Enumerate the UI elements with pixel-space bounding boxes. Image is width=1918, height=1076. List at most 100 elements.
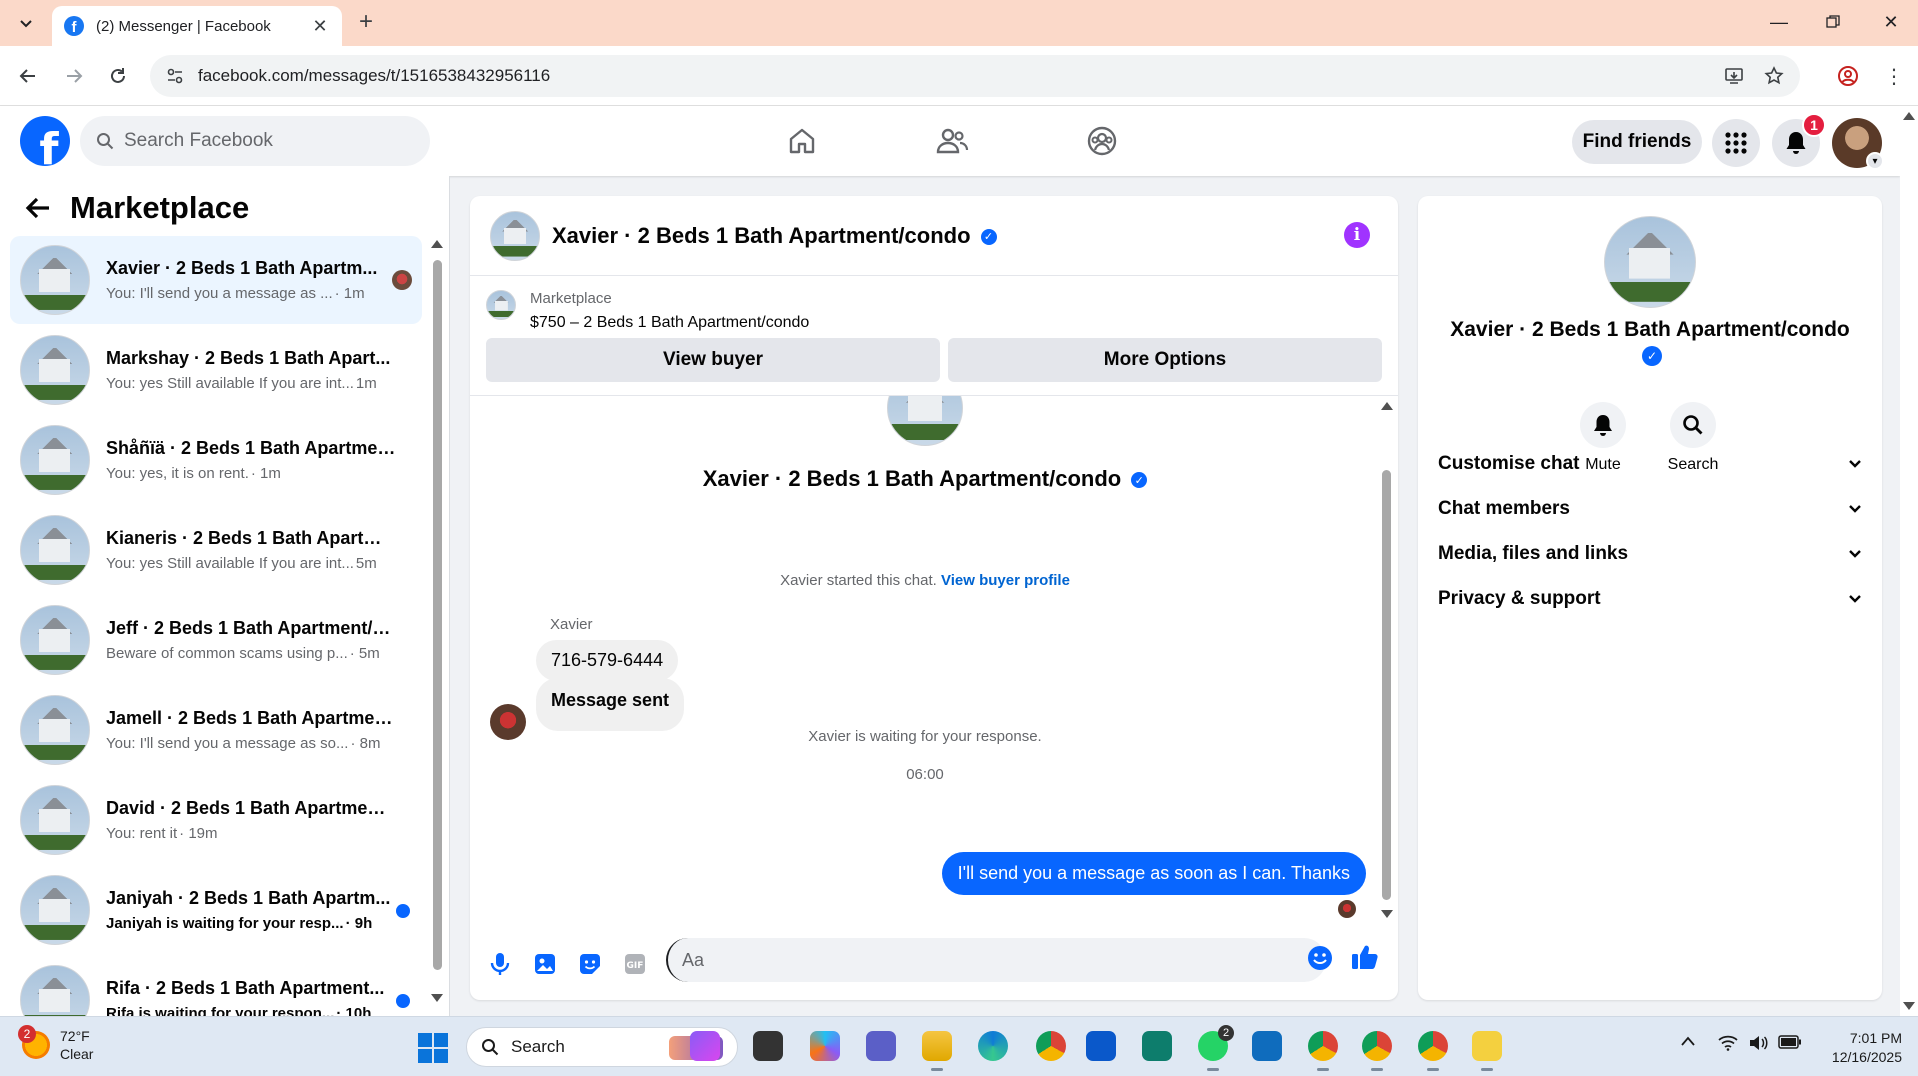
conversation-item[interactable]: Jamell · 2 Beds 1 Bath Apartmen... You: I… — [10, 686, 422, 774]
details-section-chat-members[interactable]: Chat members — [1438, 489, 1862, 529]
conversation-name: Kianeris · 2 Beds 1 Bath Apartme... — [106, 528, 396, 548]
emoji-icon[interactable] — [1306, 944, 1334, 972]
unread-dot — [396, 994, 410, 1008]
show-hidden-icons[interactable] — [1680, 1035, 1696, 1047]
facebook-logo[interactable]: f — [20, 116, 70, 166]
weather-widget[interactable]: 2 72°F Clear — [18, 1025, 93, 1063]
new-tab-button[interactable]: + — [352, 8, 380, 36]
back-to-chats-button[interactable] — [20, 190, 56, 226]
sticky-notes-icon[interactable] — [1472, 1031, 1502, 1071]
browser-menu-icon[interactable]: ⋮ — [1880, 62, 1908, 90]
edge-icon[interactable] — [978, 1031, 1008, 1061]
close-window-button[interactable]: ✕ — [1868, 6, 1914, 38]
details-section-customise-chat[interactable]: Customise chat — [1438, 444, 1862, 484]
conversation-name: Jeff · 2 Beds 1 Bath Apartment/c... — [106, 618, 396, 638]
home-nav-button[interactable] — [780, 119, 824, 163]
scroll-up-arrow-icon[interactable] — [431, 240, 443, 248]
bookmark-star-icon[interactable] — [1760, 62, 1788, 90]
details-section-media-files-and-links[interactable]: Media, files and links — [1438, 534, 1862, 574]
chat-scroll-thumb[interactable] — [1382, 470, 1391, 900]
message-bubble-phone[interactable]: 716-579-6444 — [536, 640, 679, 681]
chrome-profile-3-icon[interactable] — [1418, 1031, 1448, 1071]
install-app-icon[interactable] — [1720, 62, 1748, 90]
chrome-icon[interactable] — [1036, 1031, 1066, 1061]
conversation-snippet: Beware of common scams using p... — [106, 645, 348, 662]
conversation-time: · 8m — [350, 735, 381, 752]
more-options-button[interactable]: More Options — [948, 338, 1382, 382]
thumbs-up-icon[interactable] — [1350, 942, 1382, 974]
facebook-search-input[interactable]: Search Facebook — [80, 116, 430, 166]
conversation-sidebar: Marketplace Xavier · 2 Beds 1 Bath Apart… — [0, 176, 450, 1016]
sidebar-scroll-thumb[interactable] — [433, 260, 442, 970]
scroll-up-arrow-icon[interactable] — [1903, 112, 1915, 120]
account-avatar[interactable]: ▾ — [1832, 118, 1884, 170]
chat-header-name[interactable]: Xavier · 2 Beds 1 Bath Apartment/condo ✓ — [552, 223, 997, 249]
taskbar-clock[interactable]: 7:01 PM 12/16/2025 — [1818, 1029, 1902, 1067]
message-bubble-sent[interactable]: Message sent — [536, 678, 685, 731]
conversation-item[interactable]: Jeff · 2 Beds 1 Bath Apartment/c... Bewar… — [10, 596, 422, 684]
battery-status[interactable] — [1778, 1035, 1802, 1049]
chrome-profile-1-icon[interactable] — [1308, 1031, 1338, 1071]
running-indicator — [1317, 1068, 1329, 1071]
restore-button[interactable] — [1810, 6, 1856, 38]
scroll-up-arrow-icon[interactable] — [1381, 402, 1393, 410]
reload-button[interactable] — [104, 62, 132, 90]
browser-profile-icon[interactable] — [1834, 62, 1862, 90]
close-tab-icon[interactable]: ✕ — [310, 16, 330, 37]
details-avatar[interactable] — [1604, 216, 1696, 308]
terminal-icon[interactable] — [753, 1031, 783, 1061]
groups-nav-button[interactable] — [1080, 119, 1124, 163]
copilot-icon[interactable] — [810, 1031, 840, 1061]
teams-icon[interactable] — [866, 1031, 896, 1061]
copilot-assistant-icon[interactable] — [690, 1031, 720, 1061]
microsoft-store-icon[interactable] — [1086, 1031, 1116, 1061]
chat-scrollbar[interactable] — [1380, 400, 1394, 920]
sway-icon[interactable] — [1142, 1031, 1172, 1061]
sticker-icon[interactable] — [574, 948, 606, 980]
chat-avatar[interactable] — [490, 210, 540, 261]
scroll-down-arrow-icon[interactable] — [1903, 1002, 1915, 1010]
info-icon[interactable]: i — [1344, 222, 1370, 248]
tab-search-button[interactable] — [12, 10, 40, 36]
notifications-button[interactable]: 1 — [1772, 113, 1826, 167]
find-friends-button[interactable]: Find friends — [1572, 120, 1702, 164]
conversation-item[interactable]: David · 2 Beds 1 Bath Apartment... You: r… — [10, 776, 422, 864]
message-input[interactable]: Aa — [666, 938, 1326, 982]
listing-thumbnail[interactable] — [486, 290, 516, 320]
minimize-button[interactable]: — — [1756, 6, 1802, 38]
back-button[interactable] — [14, 62, 42, 90]
photo-attach-icon[interactable] — [529, 948, 561, 980]
listing-title[interactable]: $750 – 2 Beds 1 Bath Apartment/condo — [530, 314, 809, 332]
conversation-item[interactable]: Kianeris · 2 Beds 1 Bath Apartme... You: … — [10, 506, 422, 594]
outlook-icon[interactable] — [1252, 1031, 1282, 1061]
scroll-down-arrow-icon[interactable] — [431, 994, 443, 1002]
chrome-profile-2-icon[interactable] — [1362, 1031, 1392, 1071]
windows-start-icon[interactable] — [418, 1033, 448, 1063]
outgoing-message-bubble[interactable]: I'll send you a message as soon as I can… — [941, 852, 1366, 895]
scroll-down-arrow-icon[interactable] — [1381, 910, 1393, 918]
forward-button[interactable] — [60, 62, 88, 90]
conversation-item[interactable]: Rifa · 2 Beds 1 Bath Apartment... Rifa is… — [10, 956, 422, 1016]
details-section-privacy-support[interactable]: Privacy & support — [1438, 579, 1862, 619]
page-scrollbar[interactable] — [1900, 106, 1918, 1016]
volume-control[interactable] — [1748, 1035, 1768, 1051]
sidebar-scrollbar[interactable] — [430, 236, 444, 1006]
friends-nav-button[interactable] — [930, 119, 974, 163]
address-bar[interactable]: facebook.com/messages/t/1516538432956116 — [150, 55, 1800, 97]
gif-icon[interactable]: GIF — [619, 948, 651, 980]
voice-clip-icon[interactable] — [484, 948, 516, 980]
view-buyer-profile-link[interactable]: View buyer profile — [941, 572, 1070, 589]
file-explorer-icon[interactable] — [922, 1031, 952, 1071]
conversation-item[interactable]: Markshay · 2 Beds 1 Bath Apart... You: ye… — [10, 326, 422, 414]
conversation-item[interactable]: Xavier · 2 Beds 1 Bath Apartm... You: I'l… — [10, 236, 422, 324]
message-thread: Xavier · 2 Beds 1 Bath Apartment/condo ✓ … — [470, 396, 1398, 926]
menu-grid-button[interactable] — [1712, 119, 1760, 167]
network-status[interactable] — [1718, 1035, 1738, 1051]
view-buyer-button[interactable]: View buyer — [486, 338, 940, 382]
browser-tab-messenger[interactable]: f (2) Messenger | Facebook ✕ — [52, 6, 342, 46]
site-info-icon[interactable] — [164, 65, 186, 87]
listing-bar: Marketplace $750 – 2 Beds 1 Bath Apartme… — [470, 276, 1398, 396]
whatsapp-icon[interactable]: 2 — [1198, 1025, 1234, 1071]
conversation-item[interactable]: Janiyah · 2 Beds 1 Bath Apartm... Janiyah… — [10, 866, 422, 954]
conversation-item[interactable]: Shåñïä · 2 Beds 1 Bath Apartmen... You: y… — [10, 416, 422, 504]
